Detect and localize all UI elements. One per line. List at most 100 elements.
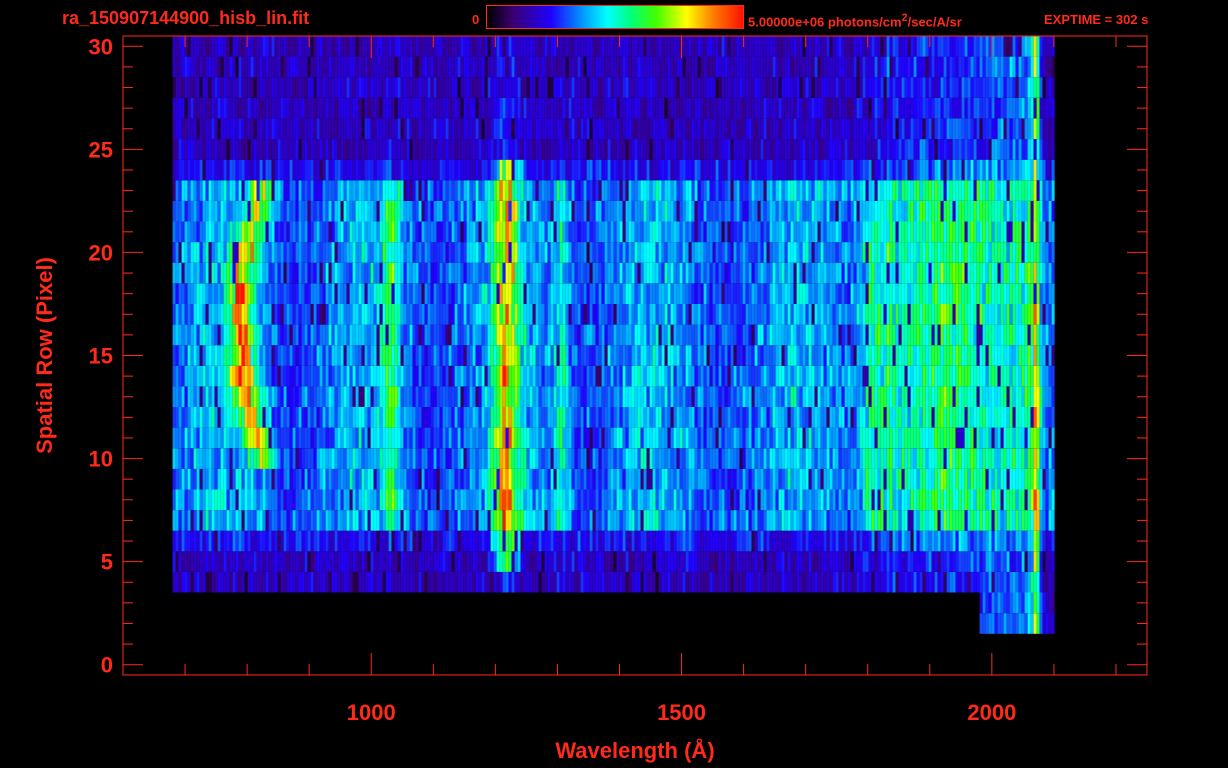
heatmap-cell bbox=[181, 448, 185, 469]
heatmap-cell bbox=[322, 97, 326, 119]
heatmap-cell bbox=[370, 551, 374, 572]
heatmap-cell bbox=[649, 448, 653, 469]
heatmap-cell bbox=[334, 159, 338, 181]
heatmap-cell bbox=[172, 427, 176, 449]
heatmap-cell bbox=[346, 200, 350, 222]
heatmap-cell bbox=[232, 180, 236, 201]
heatmap-cell bbox=[595, 386, 599, 407]
heatmap-cell bbox=[250, 56, 254, 78]
heatmap-cell bbox=[640, 386, 644, 407]
heatmap-cell bbox=[202, 200, 206, 222]
heatmap-cell bbox=[400, 365, 404, 387]
heatmap-cell bbox=[310, 386, 314, 407]
heatmap-cell bbox=[640, 448, 644, 469]
heatmap-cell bbox=[670, 221, 674, 243]
heatmap-cell bbox=[298, 386, 302, 407]
heatmap-cell bbox=[172, 180, 176, 201]
heatmap-cell bbox=[559, 510, 563, 531]
heatmap-cell bbox=[685, 510, 689, 531]
heatmap-cell bbox=[337, 468, 341, 490]
heatmap-cell bbox=[307, 139, 311, 160]
heatmap-cell bbox=[706, 242, 710, 263]
heatmap-cell bbox=[292, 304, 296, 325]
heatmap-cell bbox=[397, 118, 401, 140]
heatmap-cell bbox=[406, 365, 410, 387]
heatmap-cell bbox=[694, 571, 698, 593]
heatmap-cell bbox=[577, 510, 581, 531]
heatmap-cell bbox=[679, 139, 683, 160]
heatmap-cell bbox=[487, 180, 491, 201]
heatmap-cell bbox=[544, 118, 548, 140]
heatmap-cell bbox=[325, 551, 329, 572]
heatmap-cell bbox=[469, 345, 473, 366]
heatmap-cell bbox=[646, 200, 650, 222]
heatmap-cell bbox=[178, 510, 182, 531]
heatmap-cell bbox=[667, 97, 671, 119]
heatmap-cell bbox=[310, 448, 314, 469]
heatmap-cell bbox=[595, 530, 599, 552]
heatmap-cell bbox=[571, 551, 575, 572]
heatmap-cell bbox=[586, 386, 590, 407]
heatmap-cell bbox=[379, 283, 383, 304]
heatmap-cell bbox=[529, 262, 533, 284]
heatmap-cell bbox=[646, 56, 650, 78]
heatmap-cell bbox=[526, 97, 530, 119]
heatmap-cell bbox=[367, 221, 371, 243]
heatmap-cell bbox=[460, 427, 464, 449]
heatmap-cell bbox=[337, 36, 341, 57]
heatmap-cell bbox=[595, 468, 599, 490]
heatmap-cell bbox=[418, 262, 422, 284]
heatmap-cell bbox=[172, 571, 176, 593]
heatmap-cell bbox=[367, 489, 371, 511]
heatmap-cell bbox=[703, 468, 707, 490]
heatmap-cell bbox=[187, 345, 191, 366]
heatmap-cell bbox=[493, 180, 497, 201]
heatmap-cell bbox=[463, 262, 467, 284]
heatmap-cell bbox=[541, 510, 545, 531]
heatmap-cell bbox=[457, 530, 461, 552]
heatmap-cell bbox=[568, 551, 572, 572]
heatmap-cell bbox=[679, 56, 683, 78]
heatmap-cell bbox=[649, 551, 653, 572]
heatmap-cell bbox=[661, 283, 665, 304]
heatmap-cell bbox=[175, 159, 179, 181]
heatmap-cell bbox=[697, 571, 701, 593]
heatmap-cell bbox=[349, 468, 353, 490]
heatmap-cell bbox=[394, 139, 398, 160]
heatmap-cell bbox=[535, 283, 539, 304]
heatmap-cell bbox=[391, 159, 395, 181]
heatmap-cell bbox=[379, 510, 383, 531]
heatmap-cell bbox=[340, 262, 344, 284]
heatmap-cell bbox=[253, 159, 257, 181]
heatmap-cell bbox=[520, 427, 524, 449]
heatmap-cell bbox=[181, 221, 185, 243]
heatmap-cell bbox=[514, 97, 518, 119]
heatmap-cell bbox=[424, 427, 428, 449]
heatmap-cell bbox=[703, 200, 707, 222]
heatmap-cell bbox=[547, 489, 551, 511]
heatmap-cell bbox=[475, 345, 479, 366]
heatmap-cell bbox=[475, 324, 479, 346]
heatmap-cell bbox=[643, 118, 647, 140]
heatmap-cell bbox=[268, 530, 272, 552]
heatmap-cell bbox=[274, 200, 278, 222]
heatmap-cell bbox=[565, 407, 569, 428]
heatmap-cell bbox=[424, 36, 428, 57]
heatmap-cell bbox=[424, 551, 428, 572]
heatmap-cell bbox=[490, 448, 494, 469]
heatmap-cell bbox=[367, 180, 371, 201]
heatmap-cell bbox=[196, 324, 200, 346]
heatmap-cell bbox=[424, 365, 428, 387]
heatmap-cell bbox=[331, 551, 335, 572]
heatmap-cell bbox=[574, 77, 578, 98]
heatmap-cell bbox=[301, 530, 305, 552]
heatmap-cell bbox=[427, 551, 431, 572]
heatmap-cell bbox=[658, 97, 662, 119]
heatmap-cell bbox=[538, 468, 542, 490]
heatmap-cell bbox=[295, 262, 299, 284]
heatmap-cell bbox=[232, 386, 236, 407]
spectrum-plot: 1000 1500 2000051015202530 Wavelength (Å) … bbox=[32, 34, 1148, 763]
heatmap-cell bbox=[274, 530, 278, 552]
heatmap-cell bbox=[250, 345, 254, 366]
heatmap-cell bbox=[184, 510, 188, 531]
